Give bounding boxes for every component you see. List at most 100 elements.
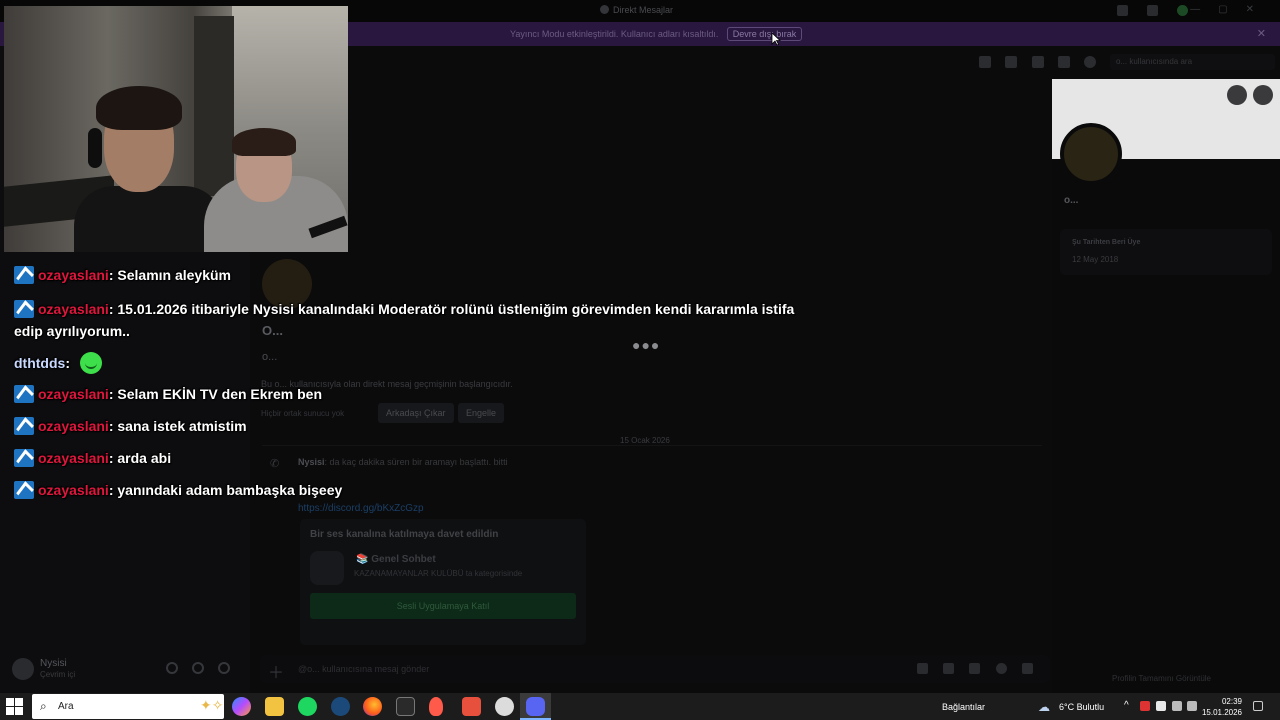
search-input[interactable]: o... kullanıcısında ara	[1110, 54, 1275, 70]
call-message: Nysisi: da kaç dakika süren bir aramayı …	[298, 457, 508, 467]
view-full-profile-link[interactable]: Profilin Tamamını Görüntüle	[1112, 674, 1211, 683]
no-common-servers: Hiçbir ortak sunucu yok	[261, 409, 345, 418]
window-title-text: Direkt Mesajlar	[613, 5, 674, 15]
headset-icon	[88, 128, 102, 168]
notification-icon[interactable]	[1253, 701, 1263, 711]
chevron-up-icon[interactable]: ^	[1124, 700, 1129, 711]
composer-placeholder[interactable]: @o... kullanıcısına mesaj gönder	[298, 664, 429, 674]
close-icon[interactable]: ✕	[1257, 27, 1266, 40]
video-icon[interactable]	[1005, 56, 1017, 68]
chat-message: ozayaslani: Selamın aleyküm	[14, 266, 231, 284]
chat-username: ozayaslani	[38, 386, 109, 402]
chat-text: yanındaki adam bambaşka bişeey	[117, 482, 343, 498]
chat-message: ozayaslani: sana istek atmistim	[14, 417, 247, 435]
volume-icon[interactable]	[1187, 701, 1197, 711]
clock-time: 02:39	[1221, 697, 1242, 706]
user-status: Çevrim içi	[40, 670, 76, 679]
chat-username: ozayaslani	[38, 450, 109, 466]
gear-icon[interactable]	[218, 662, 230, 674]
taskbar-search-input[interactable]: ⌕ Ara ✦✧	[32, 694, 224, 719]
network-label[interactable]: Bağlantılar	[942, 702, 985, 712]
add-friend-icon[interactable]	[1227, 85, 1247, 105]
discord-icon[interactable]	[520, 697, 551, 720]
file-explorer-icon[interactable]	[265, 697, 284, 716]
inbox-icon[interactable]	[1117, 5, 1128, 16]
date-divider: 15 Ocak 2026	[612, 436, 678, 445]
chat-text: sana istek atmistim	[117, 418, 247, 434]
invite-heading: Bir ses kanalına katılmaya davet edildin	[310, 529, 499, 540]
voice-invite-card: Bir ses kanalına katılmaya davet edildin…	[300, 519, 586, 645]
message-composer[interactable]: ＋ @o... kullanıcısına mesaj gönder	[260, 655, 1050, 683]
clock-date: 15.01.2026	[1201, 708, 1242, 717]
chat-text: Selamın aleyküm	[117, 267, 232, 283]
weather-cloud-icon[interactable]: ☁	[1038, 700, 1050, 714]
chat-text: 15.01.2026 itibariyle Nysisi kanalındaki…	[14, 301, 795, 339]
call-icon[interactable]	[979, 56, 991, 68]
server-icon	[310, 551, 344, 585]
add-friend-icon[interactable]	[1058, 56, 1070, 68]
spotify-icon[interactable]	[298, 697, 317, 716]
gift-icon[interactable]	[917, 663, 928, 674]
call-author[interactable]: Nysisi	[298, 457, 325, 467]
nitro-icon[interactable]	[1177, 5, 1188, 16]
epic-games-icon[interactable]	[396, 697, 415, 716]
invite-channel: 📚 Genel Sohbet	[356, 554, 436, 565]
antivirus-tray-icon[interactable]	[1140, 701, 1150, 711]
webcam-overlay	[4, 6, 348, 252]
chat-username: ozayaslani	[38, 418, 109, 434]
date-divider-line	[262, 445, 1042, 446]
tray-app-icon[interactable]	[1156, 701, 1166, 711]
chat-message: ozayaslani: yanındaki adam bambaşka bişe…	[14, 481, 342, 499]
call-text: da kaç dakika süren bir aramayı başlattı…	[329, 457, 508, 467]
member-since-label: Şu Tarihten Beri Üye	[1072, 239, 1141, 246]
apps-icon[interactable]	[1022, 663, 1033, 674]
steam-icon[interactable]	[331, 697, 350, 716]
remove-friend-button[interactable]: Arkadaşı Çıkar	[378, 403, 454, 423]
sparkle-icon: ✦✧	[200, 697, 224, 713]
microphone-icon[interactable]	[166, 662, 178, 674]
guest-hair	[232, 128, 296, 156]
avatar	[1060, 123, 1122, 185]
weather-text[interactable]: 6°C Bulutlu	[1059, 702, 1104, 712]
sticker-icon[interactable]	[969, 663, 980, 674]
obs-icon[interactable]	[495, 697, 514, 716]
moderator-badge-icon	[14, 266, 34, 284]
disable-streamer-mode-button[interactable]: Devre dışı bırak	[727, 27, 802, 41]
firefox-icon[interactable]	[363, 697, 382, 716]
moderator-badge-icon	[14, 417, 34, 435]
window-controls[interactable]: —▢✕	[1190, 4, 1272, 15]
headphones-icon[interactable]	[192, 662, 204, 674]
user-panel: Nysisi Çevrim içi	[0, 650, 250, 693]
invite-server: KAZANAMAYANLAR KULÜBÜ ta kategorisinde	[354, 569, 523, 578]
profile-username: o...	[262, 351, 278, 363]
copilot-icon[interactable]	[232, 697, 251, 716]
moderator-badge-icon	[14, 449, 34, 467]
avatar[interactable]	[12, 658, 34, 680]
clock[interactable]: 02:39 15.01.2026	[1200, 696, 1242, 718]
phone-icon: ✆	[270, 458, 280, 470]
invite-link[interactable]: https://discord.gg/bKxZcGzp	[298, 503, 424, 514]
taskbar-search-text[interactable]: Ara	[58, 701, 74, 712]
green-smile-emote-icon	[79, 352, 102, 374]
join-voice-button[interactable]: Sesli Uygulamaya Katıl	[310, 593, 576, 619]
windows-start-icon[interactable]	[6, 698, 24, 716]
more-options-icon[interactable]	[1253, 85, 1273, 105]
streamer-mode-message: Yayıncı Modu etkinleştirildi. Kullanıcı …	[510, 29, 719, 39]
gif-icon[interactable]	[943, 663, 954, 674]
chat-area: O... o... Bu o... kullanıcısıyla olan di…	[250, 79, 1052, 693]
wifi-icon[interactable]	[1172, 701, 1182, 711]
block-button[interactable]: Engelle	[458, 403, 505, 423]
pin-icon[interactable]	[1032, 56, 1044, 68]
monitor-icon[interactable]	[1147, 5, 1158, 16]
microphone-app-icon[interactable]	[429, 697, 443, 716]
webcam-door	[194, 16, 234, 196]
taskbar: ⌕ Ara ✦✧ Bağlantılar ☁ 6°C Bulutlu ^ 02:…	[0, 693, 1280, 720]
profile-toggle-icon[interactable]	[1084, 56, 1096, 68]
chat-username: ozayaslani	[38, 301, 109, 317]
twitch-app-icon[interactable]	[462, 697, 481, 716]
add-attachment-icon[interactable]: ＋	[268, 659, 284, 683]
emoji-icon[interactable]	[996, 663, 1007, 674]
member-since-card	[1060, 229, 1272, 275]
chat-message: ozayaslani: 15.01.2026 itibariyle Nysisi…	[14, 300, 795, 339]
chat-message: ozayaslani: Selam EKİN TV den Ekrem ben	[14, 385, 322, 403]
